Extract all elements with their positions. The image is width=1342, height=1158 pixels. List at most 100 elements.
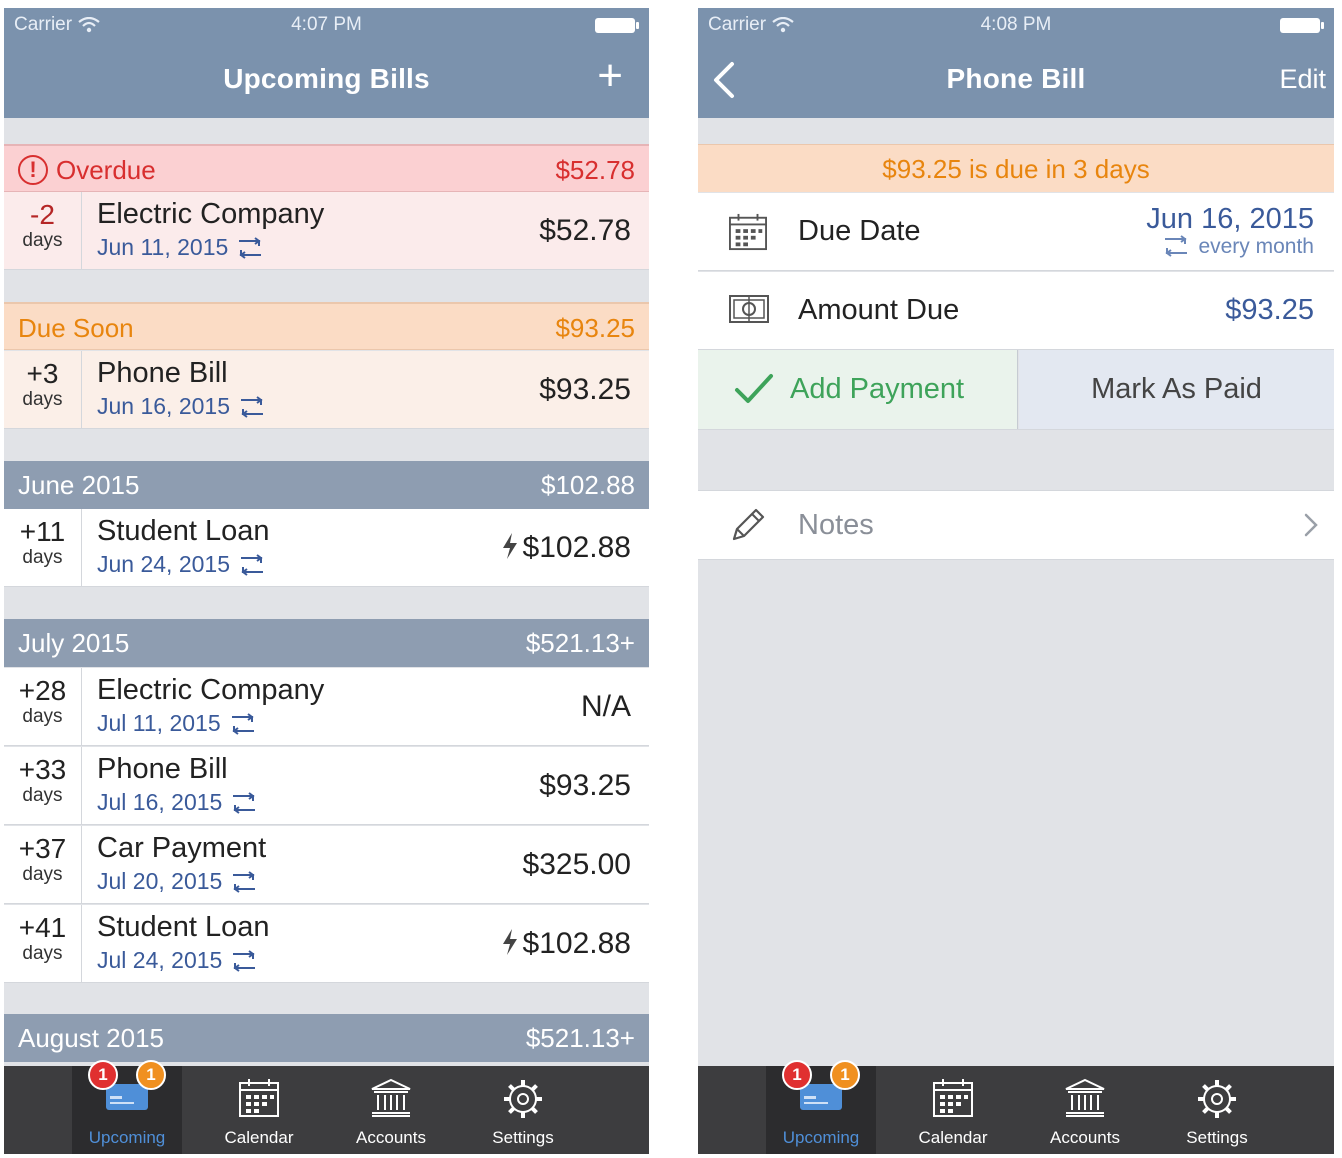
bill-row-phone-jun[interactable]: +3 days Phone Bill Jun 16, 2015 $93.25	[4, 351, 649, 429]
add-bill-button[interactable]: +	[597, 54, 623, 98]
overdue-badge: 1	[782, 1060, 812, 1090]
section-total: $52.78	[555, 155, 635, 185]
bill-amount: $325.00	[522, 848, 631, 881]
days-until: +41 days	[4, 905, 82, 982]
tab-label: Accounts	[1050, 1128, 1120, 1147]
autopay-bolt-icon	[502, 533, 517, 559]
section-title: Overdue	[56, 155, 156, 185]
notes-row[interactable]: Notes	[698, 490, 1334, 560]
bill-name: Student Loan	[97, 911, 270, 943]
bill-amount: $102.88	[522, 531, 631, 564]
section-june-2015: June 2015 $102.88	[4, 461, 649, 509]
add-payment-label: Add Payment	[790, 373, 965, 405]
bill-amount: N/A	[580, 690, 631, 723]
tab-calendar[interactable]: Calendar	[898, 1066, 1008, 1154]
tab-accounts[interactable]: Accounts	[336, 1066, 446, 1154]
section-total: $93.25	[555, 313, 635, 343]
section-title: June 2015	[18, 470, 140, 500]
tab-label: Accounts	[356, 1128, 426, 1147]
tab-label: Calendar	[224, 1128, 294, 1147]
section-total: $521.13+	[525, 628, 635, 658]
days-label: days	[22, 547, 63, 568]
tab-settings[interactable]: Settings	[1162, 1066, 1272, 1154]
gear-icon	[1198, 1080, 1236, 1118]
section-august-2015: August 2015 $521.13+	[4, 1014, 649, 1062]
checkmark-icon	[735, 374, 773, 403]
days-count: +3	[26, 358, 59, 389]
calendar-icon	[729, 213, 767, 251]
days-count: +33	[18, 754, 67, 785]
bill-name: Phone Bill	[97, 753, 228, 785]
tab-label: Settings	[1186, 1128, 1248, 1147]
days-label: days	[22, 230, 63, 251]
edit-button[interactable]: Edit	[1279, 64, 1326, 95]
amount-due-row[interactable]: Amount Due $93.25	[698, 272, 1334, 350]
tab-label: Upcoming	[88, 1128, 166, 1147]
action-row: Add Payment Mark As Paid	[698, 350, 1334, 430]
autopay-bolt-icon	[502, 929, 517, 955]
alert-icon: !	[18, 155, 48, 186]
status-time: 4:07 PM	[291, 14, 362, 35]
calendar-icon	[933, 1079, 973, 1117]
tab-accounts[interactable]: Accounts	[1030, 1066, 1140, 1154]
add-payment-button[interactable]: Add Payment	[698, 350, 1018, 429]
status-bar: Carrier 4:08 PM	[708, 14, 1324, 38]
upcoming-bills-screen: Carrier 4:07 PM Upcoming Bills + ! Overdu…	[4, 8, 649, 1154]
days-until: +37 days	[4, 826, 82, 903]
bank-icon	[1065, 1078, 1105, 1117]
tab-bar: 1 1 Upcoming Calendar Accounts Settings	[4, 1060, 649, 1154]
days-until: +3 days	[4, 351, 82, 428]
days-label: days	[22, 864, 63, 885]
tab-label: Settings	[492, 1128, 554, 1147]
bill-date: Jun 11, 2015	[97, 234, 229, 260]
bill-row-electric-jun[interactable]: -2 days Electric Company Jun 11, 2015 $52…	[4, 192, 649, 270]
bill-date: Jul 20, 2015	[97, 868, 223, 894]
days-label: days	[22, 389, 63, 410]
bill-name: Phone Bill	[97, 357, 228, 389]
tab-bar: 1 1 Upcoming Calendar Accounts Settings	[698, 1060, 1334, 1154]
bill-detail-screen: Carrier 4:08 PM Phone Bill Edit $93.25 i…	[698, 8, 1334, 1154]
bill-row-student-loan-jun[interactable]: +11 days Student Loan Jun 24, 2015 $102.8…	[4, 509, 649, 587]
bill-date: Jul 24, 2015	[97, 947, 223, 973]
days-until: -2 days	[4, 192, 82, 269]
repeat-icon	[233, 950, 256, 972]
notes-label: Notes	[798, 509, 874, 541]
days-label: days	[22, 943, 63, 964]
days-until: +28 days	[4, 668, 82, 745]
days-count: -2	[30, 199, 55, 230]
days-count: +41	[18, 912, 67, 943]
tab-upcoming[interactable]: 1 1 Upcoming	[766, 1060, 876, 1154]
tab-upcoming[interactable]: 1 1 Upcoming	[72, 1060, 182, 1154]
section-overdue: ! Overdue $52.78	[4, 144, 649, 192]
navigation-bar: Carrier 4:08 PM Phone Bill Edit	[698, 8, 1334, 118]
tab-calendar[interactable]: Calendar	[204, 1066, 314, 1154]
bill-amount: $102.88	[522, 927, 631, 960]
calendar-icon	[239, 1079, 279, 1117]
repeat-icon	[241, 554, 264, 576]
section-title: August 2015	[18, 1023, 165, 1053]
tab-settings[interactable]: Settings	[468, 1066, 578, 1154]
mark-as-paid-button[interactable]: Mark As Paid	[1019, 350, 1334, 429]
repeat-frequency: every month	[1198, 235, 1314, 258]
bill-row-student-loan-jul[interactable]: +41 days Student Loan Jul 24, 2015 $102.8…	[4, 905, 649, 983]
amount-due-value: $93.25	[1225, 294, 1314, 326]
bill-amount: $93.25	[539, 373, 631, 406]
repeat-icon	[241, 396, 264, 418]
days-count: +11	[19, 516, 66, 547]
bill-name: Student Loan	[97, 515, 270, 547]
days-until: +11 days	[4, 509, 82, 586]
cash-icon	[729, 295, 769, 323]
bill-row-electric-jul[interactable]: +28 days Electric Company Jul 11, 2015 N/…	[4, 668, 649, 746]
bill-name: Electric Company	[97, 198, 325, 230]
page-title: Phone Bill	[946, 63, 1086, 94]
due-date-value: Jun 16, 2015	[1146, 203, 1314, 235]
tab-label: Calendar	[918, 1128, 988, 1147]
page-title: Upcoming Bills	[223, 63, 430, 94]
status-time: 4:08 PM	[980, 14, 1052, 35]
bill-row-phone-jul[interactable]: +33 days Phone Bill Jul 16, 2015 $93.25	[4, 747, 649, 825]
due-date-row[interactable]: Due Date Jun 16, 2015 every month	[698, 193, 1334, 271]
bill-name: Car Payment	[97, 832, 267, 864]
bill-row-car-payment[interactable]: +37 days Car Payment Jul 20, 2015 $325.00	[4, 826, 649, 904]
overdue-badge: 1	[88, 1060, 118, 1090]
days-until: +33 days	[4, 747, 82, 824]
